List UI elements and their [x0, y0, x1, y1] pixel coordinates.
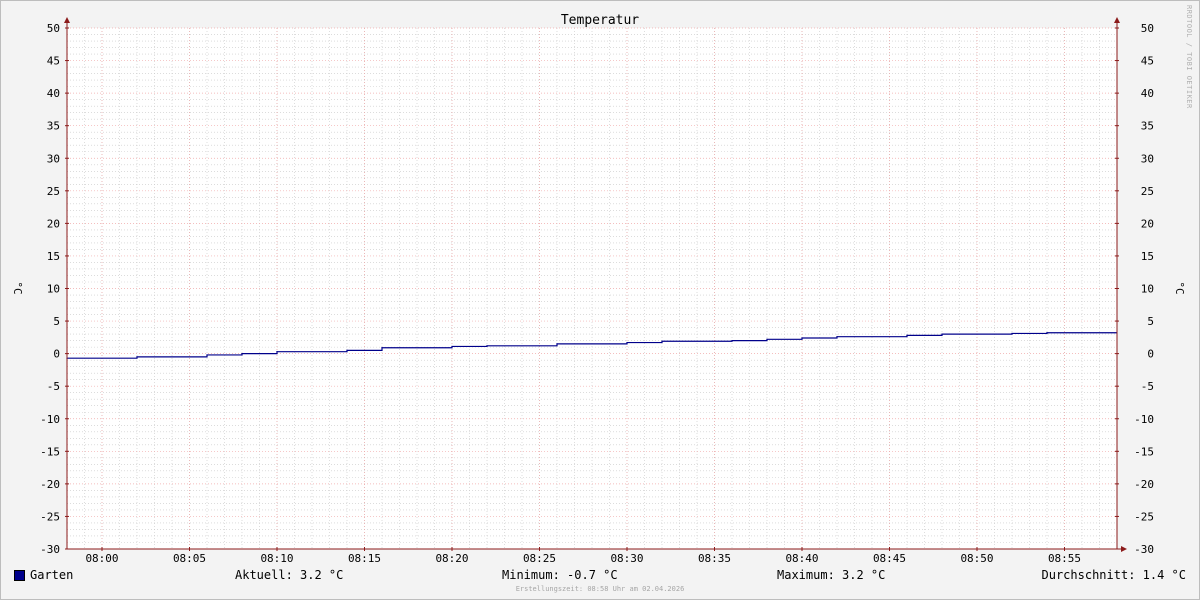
y-tick-label-left: 15 [47, 250, 60, 263]
y-tick-label-right: 10 [1141, 283, 1154, 296]
y-tick-label-left: 0 [53, 348, 60, 361]
series-point [661, 340, 663, 342]
y-tick-label-left: 45 [47, 55, 60, 68]
rrdtool-watermark: RRDTOOL / TOBI OETIKER [1185, 5, 1193, 109]
y-tick-label-left: 20 [47, 217, 60, 230]
legend-current: Aktuell: 3.2 °C [235, 568, 344, 582]
y-axis-right-arrow [1114, 17, 1120, 23]
series-point [941, 333, 943, 335]
x-axis-arrow [1121, 546, 1127, 552]
x-tick-label: 08:55 [1048, 552, 1081, 565]
y-tick-label-right: -15 [1134, 445, 1154, 458]
x-tick-label: 08:15 [348, 552, 381, 565]
x-tick-label: 08:45 [873, 552, 906, 565]
temperature-chart: 50454035302520151050-5-10-15-20-25-30 50… [11, 5, 1193, 593]
y-axis-label-right: °C [1173, 281, 1186, 294]
series-point [136, 356, 138, 358]
y-tick-label-right: -25 [1134, 510, 1154, 523]
legend-minimum: Minimum: -0.7 °C [502, 568, 618, 582]
series-point [836, 336, 838, 338]
series-point [486, 345, 488, 347]
series-point [766, 338, 768, 340]
series-point [801, 337, 803, 339]
series-point [731, 340, 733, 342]
y-tick-label-left: -5 [47, 380, 60, 393]
y-tick-label-right: 0 [1147, 348, 1154, 361]
legend: Garten Aktuell: 3.2 °C Minimum: -0.7 °C … [14, 568, 1186, 584]
y-tick-label-right: -30 [1134, 543, 1154, 556]
series-point [346, 349, 348, 351]
y-tick-label-left: -15 [40, 445, 60, 458]
y-tick-label-right: 45 [1141, 55, 1154, 68]
y-tick-label-right: 50 [1141, 22, 1154, 35]
x-tick-label: 08:30 [610, 552, 643, 565]
y-tick-label-left: -20 [40, 478, 60, 491]
series-point [276, 351, 278, 353]
y-tick-label-right: 5 [1147, 315, 1154, 328]
y-tick-label-right: 20 [1141, 217, 1154, 230]
x-tick-label: 08:40 [785, 552, 818, 565]
y-tick-label-right: -5 [1141, 380, 1154, 393]
legend-average: Durchschnitt: 1.4 °C [1041, 568, 1187, 582]
y-axis-label-left: °C [11, 281, 24, 294]
series-point [1011, 332, 1013, 335]
x-tick-label: 08:35 [698, 552, 731, 565]
legend-swatch-garten [14, 570, 25, 581]
x-tick-label: 08:05 [173, 552, 206, 565]
x-tick-label: 08:10 [260, 552, 293, 565]
y-tick-labels-left: 50454035302520151050-5-10-15-20-25-30 [40, 22, 60, 556]
x-tick-label: 08:00 [85, 552, 118, 565]
y-tick-label-right: 35 [1141, 120, 1154, 133]
series-point [206, 354, 208, 356]
y-tick-label-left: 25 [47, 185, 60, 198]
creation-time-footer: Erstellungszeit: 08:58 Uhr am 02.04.2026 [516, 585, 685, 593]
y-tick-label-left: 30 [47, 152, 60, 165]
y-tick-label-right: -20 [1134, 478, 1154, 491]
x-tick-labels: 08:00 08:05 08:10 08:15 08:20 08:25 08:30 08:35… [85, 552, 1081, 565]
series-point [451, 345, 453, 348]
y-tick-label-left: 10 [47, 283, 60, 296]
y-tick-label-left: 50 [47, 22, 60, 35]
y-tick-label-left: 40 [47, 87, 60, 100]
x-tick-label: 08:25 [523, 552, 556, 565]
series-point [1046, 332, 1048, 334]
legend-series-name: Garten [30, 568, 74, 582]
y-tick-label-left: -30 [40, 543, 60, 556]
y-tick-label-right: 15 [1141, 250, 1154, 263]
chart-title: Temperatur [561, 13, 639, 28]
y-tick-label-right: 40 [1141, 87, 1154, 100]
series-point [556, 343, 558, 345]
x-tick-label: 08:20 [435, 552, 468, 565]
x-tick-label: 08:50 [960, 552, 993, 565]
series-point [241, 353, 243, 355]
y-tick-labels-right: 50454035302520151050-5-10-15-20-25-30 [1134, 22, 1154, 556]
y-tick-label-right: 25 [1141, 185, 1154, 198]
y-tick-label-right: -10 [1134, 413, 1154, 426]
y-tick-label-left: -25 [40, 510, 60, 523]
legend-maximum: Maximum: 3.2 °C [777, 568, 886, 582]
series-point [626, 341, 628, 344]
y-tick-label-left: 35 [47, 120, 60, 133]
y-axis-left-arrow [64, 17, 70, 23]
y-tick-label-left: -10 [40, 413, 60, 426]
series-point [906, 334, 908, 336]
y-tick-label-right: 30 [1141, 152, 1154, 165]
y-tick-label-left: 5 [53, 315, 60, 328]
series-point [381, 347, 383, 349]
